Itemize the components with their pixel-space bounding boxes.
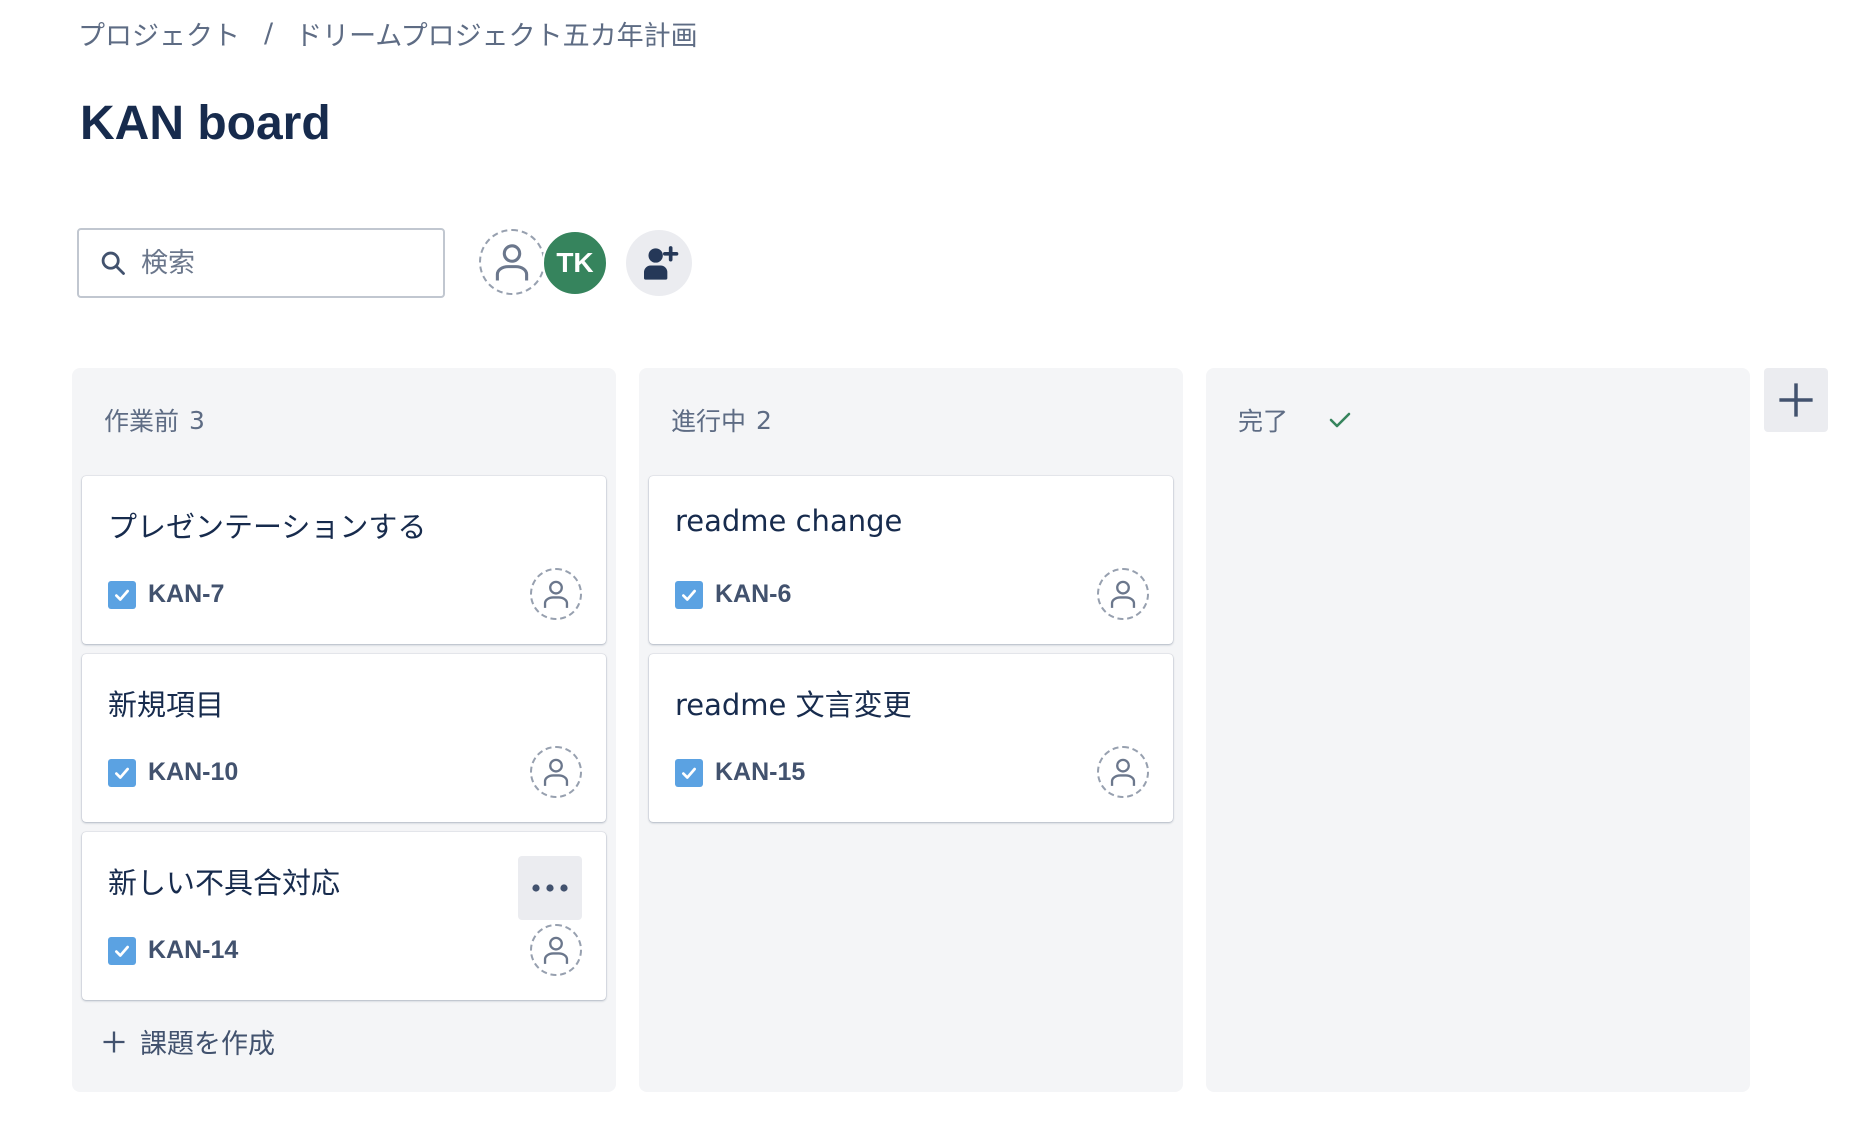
more-horizontal-icon — [532, 884, 568, 892]
issue-key[interactable]: KAN-14 — [148, 936, 238, 965]
breadcrumb-current-link[interactable]: ドリームプロジェクト五カ年計画 — [295, 14, 698, 53]
person-icon — [495, 244, 529, 281]
task-type-icon — [108, 936, 136, 965]
task-type-icon — [675, 758, 703, 787]
assignee-avatar[interactable] — [1097, 746, 1149, 798]
column-title: 作業前 — [104, 407, 180, 436]
assignee-avatar[interactable] — [1097, 568, 1149, 620]
board-column-in-progress: 進行中 2 readme change KAN-6 readme 文言変更 KA… — [639, 368, 1183, 1092]
board-column-todo: 作業前 3 プレゼンテーションする KAN-7 新規項目 KAN-10 新しい不… — [72, 368, 616, 1092]
card-more-actions-button[interactable] — [518, 856, 582, 920]
issue-card[interactable]: readme change KAN-6 — [649, 476, 1173, 644]
create-issue-button[interactable]: 課題を作成 — [100, 1022, 275, 1061]
issue-key[interactable]: KAN-15 — [715, 758, 805, 787]
board-column-done: 完了 — [1206, 368, 1750, 1092]
breadcrumb-project-link[interactable]: プロジェクト — [78, 14, 240, 53]
plus-icon — [1779, 383, 1813, 417]
person-icon — [543, 758, 569, 786]
task-type-icon — [108, 580, 136, 609]
issue-card[interactable]: 新規項目 KAN-10 — [82, 654, 606, 822]
breadcrumb-separator: / — [264, 18, 274, 49]
assignee-avatar[interactable] — [530, 924, 582, 976]
issue-card[interactable]: プレゼンテーションする KAN-7 — [82, 476, 606, 644]
person-icon — [543, 936, 569, 964]
add-people-button[interactable] — [626, 230, 692, 296]
column-header: 進行中 2 — [671, 402, 772, 438]
plus-icon — [103, 1031, 125, 1052]
column-title: 完了 — [1238, 407, 1289, 436]
card-title: プレゼンテーションする — [108, 510, 427, 544]
person-icon — [1110, 758, 1136, 786]
issue-card[interactable]: 新しい不具合対応 KAN-14 — [82, 832, 606, 1000]
column-title: 進行中 — [671, 407, 747, 436]
user-avatar-tk[interactable]: TK — [542, 230, 608, 296]
column-count: 3 — [189, 405, 205, 435]
check-icon — [1329, 412, 1351, 428]
search-input[interactable] — [139, 246, 413, 280]
assignee-avatar[interactable] — [530, 568, 582, 620]
task-type-icon — [675, 580, 703, 609]
card-title: readme change — [675, 504, 903, 538]
create-issue-label: 課題を作成 — [140, 1029, 275, 1060]
issue-key[interactable]: KAN-7 — [148, 580, 224, 609]
issue-key[interactable]: KAN-6 — [715, 580, 791, 609]
assignee-avatar[interactable] — [530, 746, 582, 798]
column-header: 完了 — [1238, 402, 1352, 438]
add-column-button[interactable] — [1764, 368, 1828, 432]
person-icon — [543, 580, 569, 608]
add-person-icon — [644, 246, 679, 280]
card-title: 新しい不具合対応 — [108, 866, 341, 900]
search-icon — [101, 251, 125, 275]
column-header: 作業前 3 — [104, 402, 205, 438]
breadcrumb: プロジェクト / ドリームプロジェクト五カ年計画 — [78, 14, 698, 53]
search-box[interactable] — [77, 228, 445, 298]
issue-card[interactable]: readme 文言変更 KAN-15 — [649, 654, 1173, 822]
task-type-icon — [108, 758, 136, 787]
person-icon — [1110, 580, 1136, 608]
card-title: readme 文言変更 — [675, 688, 912, 722]
avatar-initials: TK — [556, 247, 594, 278]
page-title: KAN board — [80, 97, 331, 150]
column-count: 2 — [756, 405, 772, 435]
unassigned-filter-avatar[interactable] — [479, 229, 545, 295]
card-title: 新規項目 — [108, 688, 225, 722]
issue-key[interactable]: KAN-10 — [148, 758, 238, 787]
